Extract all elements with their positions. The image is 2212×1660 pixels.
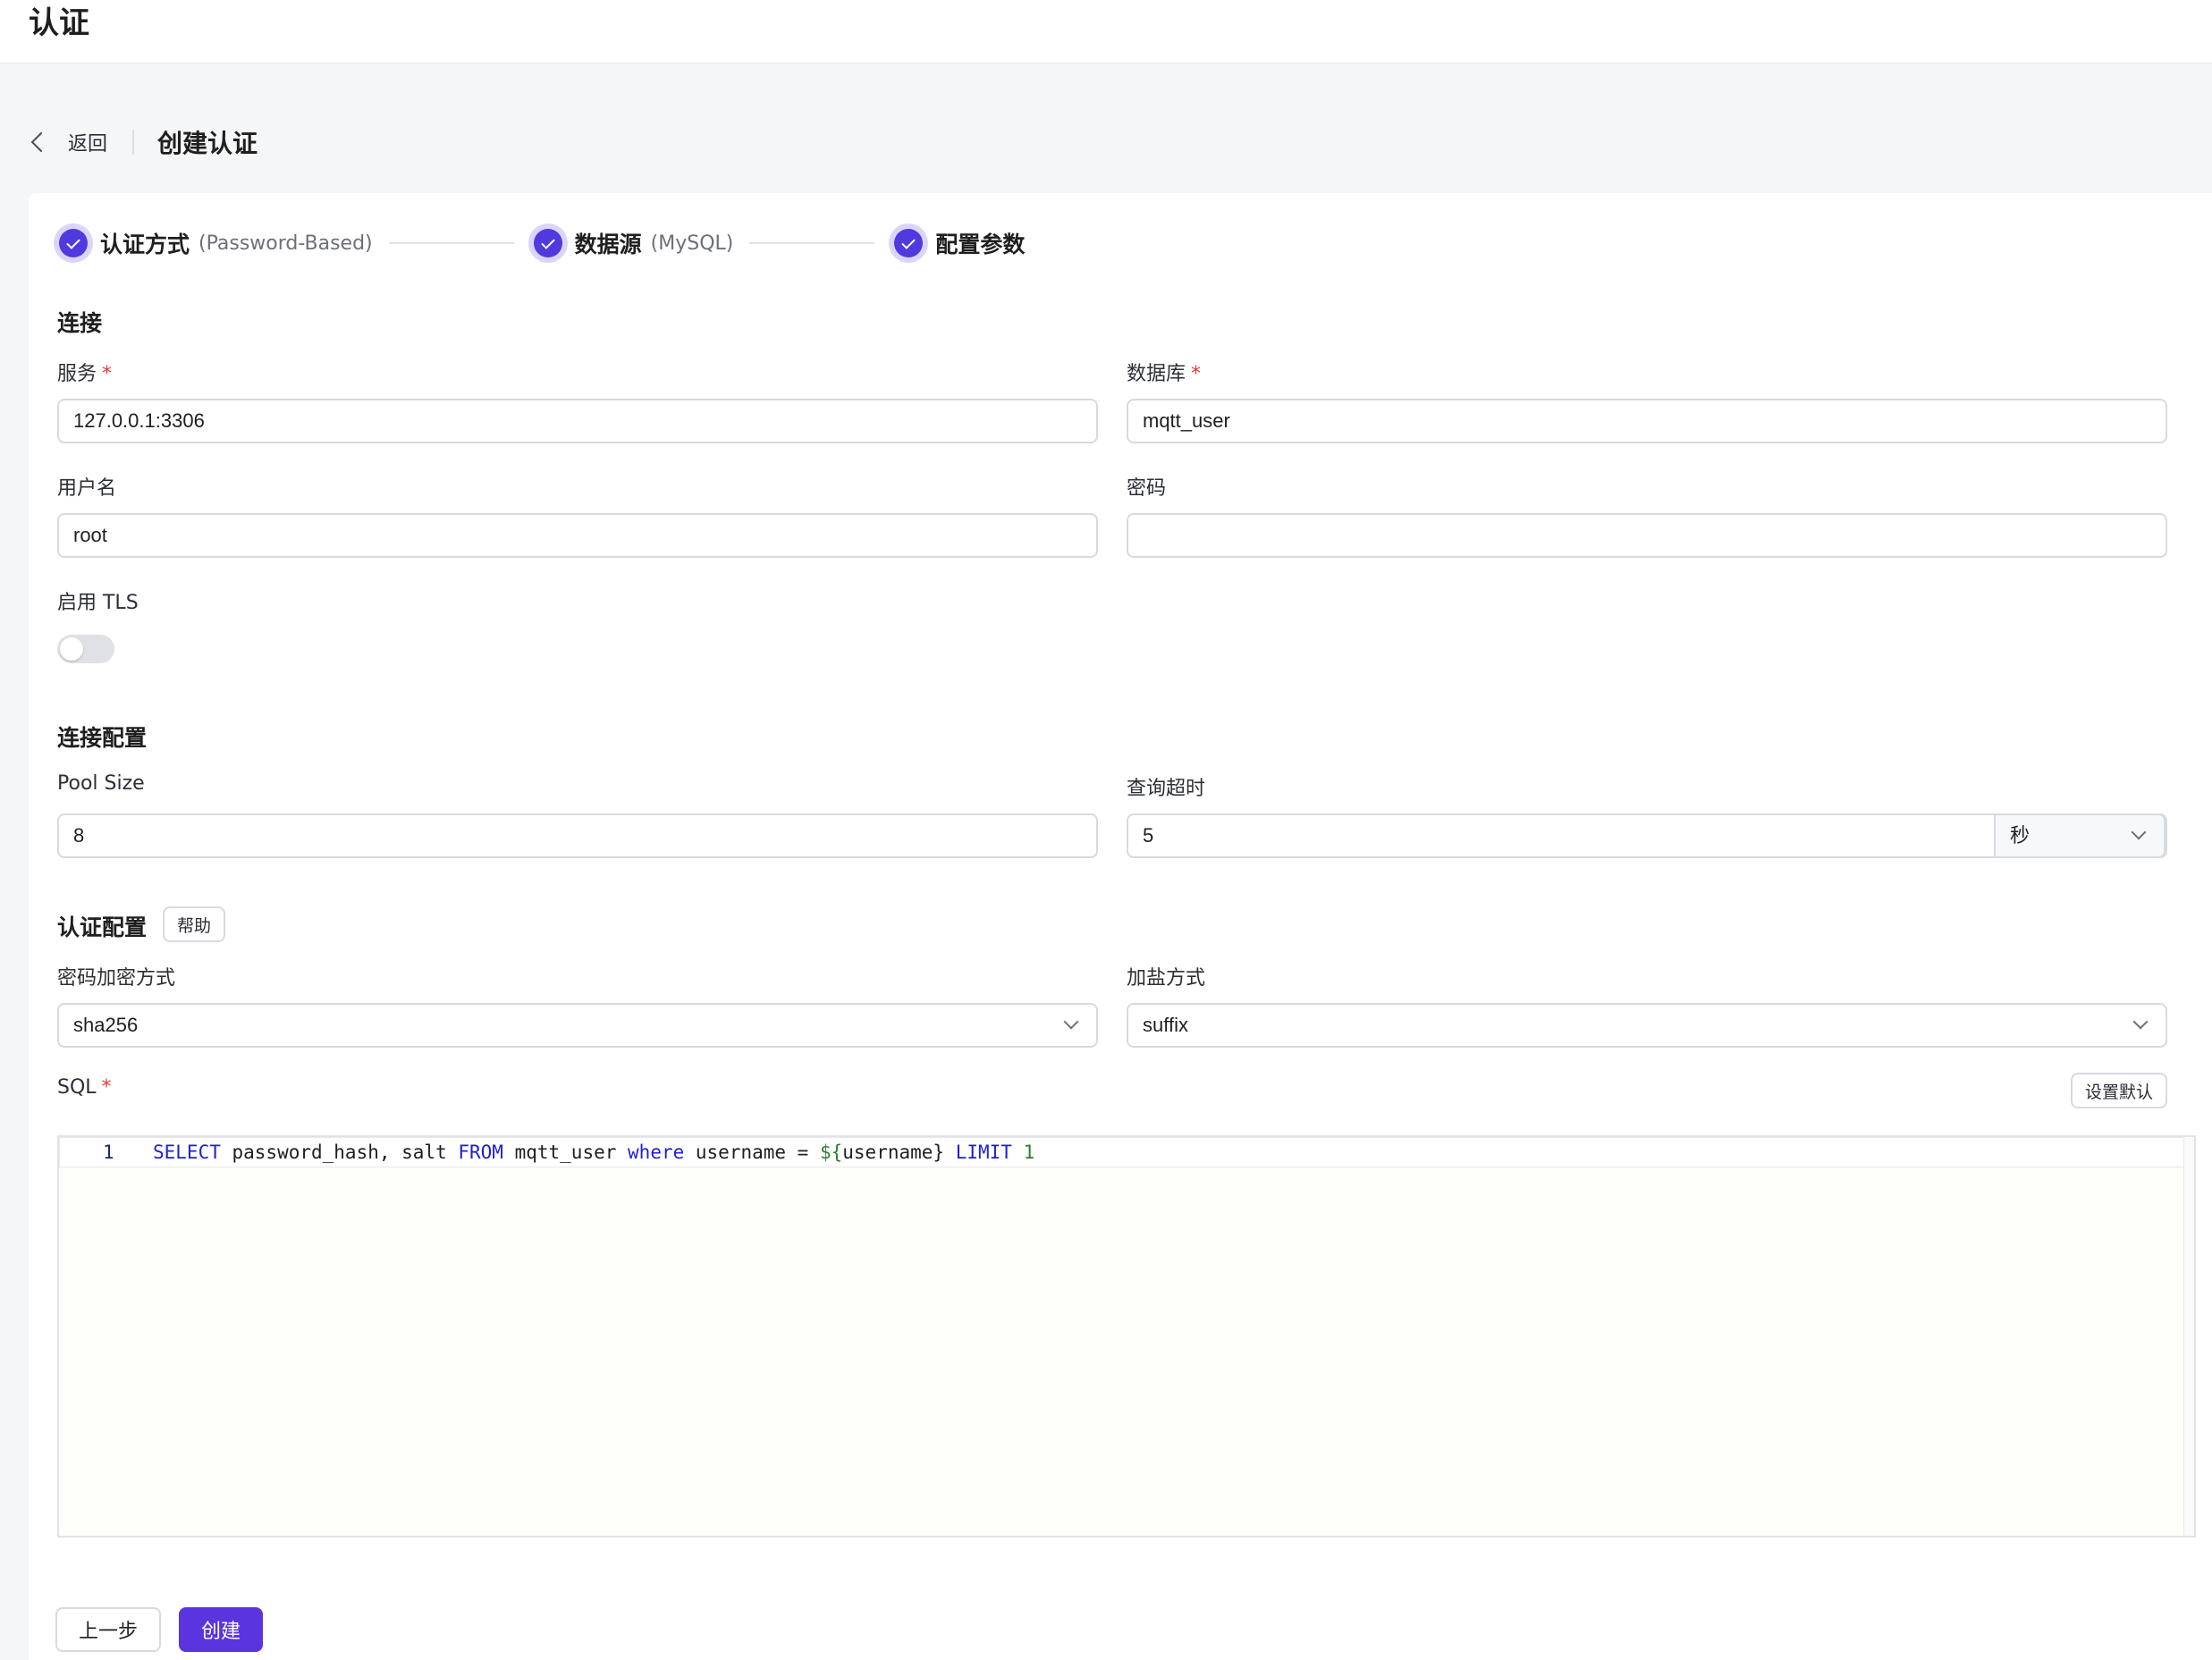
- step-indicator: 认证方式 (Password-Based) 数据源 (MySQL) 配置参数: [54, 218, 1025, 268]
- server-input[interactable]: 127.0.0.1:3306: [57, 399, 1098, 443]
- step-done-icon: [528, 223, 568, 263]
- step-subtitle: (Password-Based): [198, 232, 373, 255]
- editor-scrollbar[interactable]: [2183, 1137, 2194, 1536]
- chevron-left-icon: [30, 131, 52, 153]
- step-connector: [749, 242, 875, 244]
- salt-position-label: 加盐方式: [1127, 967, 1206, 990]
- chevron-down-icon: [2132, 1014, 2149, 1030]
- section-connection-config: 连接配置: [57, 725, 148, 751]
- query-timeout-value: 5: [1143, 824, 1154, 847]
- section-auth-config: 认证配置: [57, 914, 148, 940]
- breadcrumb: 返回 创建认证: [29, 122, 258, 163]
- sql-code-line: SELECT password_hash, salt FROM mqtt_use…: [153, 1142, 1035, 1163]
- editor-active-line: 1 SELECT password_hash, salt FROM mqtt_u…: [59, 1137, 2185, 1167]
- username-input[interactable]: root: [57, 513, 1098, 558]
- salt-position-select[interactable]: suffix: [1127, 1003, 2167, 1048]
- password-label: 密码: [1127, 477, 1167, 500]
- back-label: 返回: [68, 133, 108, 156]
- help-button[interactable]: 帮助: [163, 906, 225, 942]
- line-number: 1: [103, 1142, 114, 1163]
- password-input[interactable]: [1127, 513, 2167, 558]
- section-connection: 连接: [57, 310, 103, 336]
- password-hash-select[interactable]: sha256: [57, 1003, 1098, 1048]
- step-title: 数据源: [574, 232, 642, 257]
- check-icon: [901, 234, 916, 249]
- query-timeout-label: 查询超时: [1127, 778, 1206, 800]
- timeout-unit-value: 秒: [2010, 824, 2030, 847]
- tls-toggle[interactable]: [57, 635, 114, 663]
- set-default-button[interactable]: 设置默认: [2071, 1073, 2167, 1108]
- prev-step-button[interactable]: 上一步: [55, 1607, 161, 1652]
- required-mark: *: [102, 363, 113, 385]
- app-title: 认证: [29, 5, 89, 41]
- required-mark: *: [101, 1076, 112, 1099]
- sql-editor[interactable]: 1 SELECT password_hash, salt FROM mqtt_u…: [57, 1135, 2196, 1538]
- pool-size-label: Pool Size: [57, 772, 145, 795]
- page-title: 创建认证: [157, 129, 258, 158]
- step-done-icon: [54, 223, 93, 263]
- check-icon: [66, 234, 80, 249]
- sql-label: SQL *: [57, 1076, 112, 1099]
- top-header: 认证: [0, 0, 2212, 64]
- salt-position-value: suffix: [1143, 1014, 1188, 1036]
- pool-size-input[interactable]: 8: [57, 813, 1098, 858]
- step-title: 配置参数: [935, 232, 1026, 257]
- password-hash-label: 密码加密方式: [57, 967, 176, 990]
- chevron-down-icon: [2131, 824, 2147, 840]
- step-config-params[interactable]: 配置参数: [889, 223, 1025, 263]
- step-auth-method[interactable]: 认证方式 (Password-Based): [54, 223, 373, 263]
- step-subtitle: (MySQL): [650, 232, 734, 255]
- step-done-icon: [889, 223, 929, 263]
- step-title: 认证方式: [100, 232, 190, 257]
- toggle-knob: [60, 637, 83, 661]
- back-button[interactable]: 返回: [29, 128, 107, 156]
- required-mark: *: [1191, 363, 1202, 385]
- query-timeout-input[interactable]: 5 秒: [1127, 813, 2167, 858]
- server-label: 服务 *: [57, 363, 113, 385]
- check-icon: [540, 234, 555, 249]
- database-input[interactable]: mqtt_user: [1127, 399, 2167, 443]
- create-button[interactable]: 创建: [179, 1607, 263, 1652]
- password-hash-value: sha256: [73, 1014, 139, 1036]
- form-card: 认证方式 (Password-Based) 数据源 (MySQL) 配置参数 连…: [29, 193, 2212, 1660]
- timeout-unit-select[interactable]: 秒: [1994, 813, 2166, 858]
- step-data-source[interactable]: 数据源 (MySQL): [528, 223, 734, 263]
- database-label: 数据库 *: [1127, 363, 1202, 385]
- tls-label: 启用 TLS: [57, 592, 139, 614]
- breadcrumb-divider: [132, 130, 135, 155]
- step-connector: [388, 242, 514, 244]
- username-label: 用户名: [57, 477, 117, 500]
- chevron-down-icon: [1063, 1014, 1079, 1030]
